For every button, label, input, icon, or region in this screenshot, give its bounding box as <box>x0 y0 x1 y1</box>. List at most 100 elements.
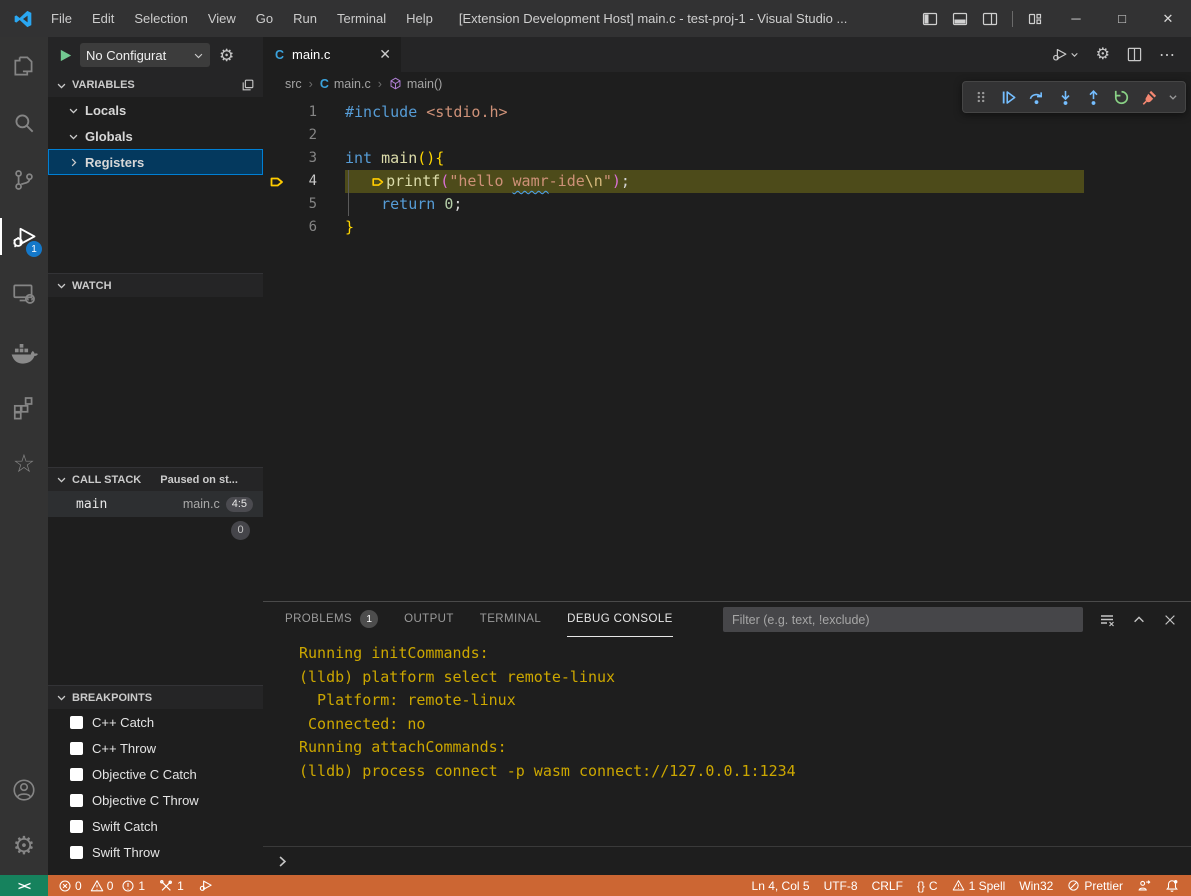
clear-console-icon[interactable] <box>1099 612 1115 628</box>
debug-settings-gear-icon[interactable]: ⚙ <box>219 47 234 64</box>
glyph-margin <box>263 193 291 216</box>
debug-config-dropdown[interactable]: No Configurat <box>80 43 210 67</box>
checkbox[interactable] <box>70 768 83 781</box>
activity-search[interactable] <box>0 94 48 151</box>
activity-run-and-debug[interactable]: 1 <box>0 208 48 265</box>
variables-item-globals[interactable]: Globals <box>48 123 263 149</box>
activity-accounts[interactable] <box>0 761 48 818</box>
menu-terminal[interactable]: Terminal <box>327 0 396 37</box>
code-line: 5 return 0; <box>263 193 1191 216</box>
maximize-button[interactable]: □ <box>1099 0 1145 37</box>
menu-edit[interactable]: Edit <box>82 0 124 37</box>
menu-run[interactable]: Run <box>283 0 327 37</box>
debug-restart-button[interactable] <box>1109 84 1134 110</box>
toggle-sidebar-icon[interactable] <box>922 11 938 27</box>
variables-item-locals[interactable]: Locals <box>48 97 263 123</box>
close-panel-icon[interactable] <box>1163 613 1177 627</box>
error-icon <box>58 879 72 893</box>
tab-close-icon[interactable]: ✕ <box>379 46 391 63</box>
activity-extensions[interactable] <box>0 379 48 436</box>
variables-item-registers[interactable]: Registers <box>48 149 263 175</box>
checkbox[interactable] <box>70 820 83 833</box>
activity-favorites[interactable]: ☆ <box>0 436 48 493</box>
debug-status-icon[interactable] <box>191 875 220 896</box>
toggle-panel-icon[interactable] <box>952 11 968 27</box>
breadcrumb-symbol[interactable]: main() <box>389 77 442 91</box>
activity-remote-explorer[interactable] <box>0 265 48 322</box>
tab-problems[interactable]: PROBLEMS 1 <box>285 602 378 637</box>
checkbox[interactable] <box>70 716 83 729</box>
minimize-button[interactable]: ─ <box>1053 0 1099 37</box>
customize-layout-icon[interactable] <box>1027 11 1043 27</box>
breakpoint-objc-throw[interactable]: Objective C Throw <box>48 787 263 813</box>
debug-step-into-button[interactable] <box>1052 84 1077 110</box>
debug-disconnect-button[interactable] <box>1137 84 1162 110</box>
breakpoint-cpp-catch[interactable]: C++ Catch <box>48 709 263 735</box>
info-icon <box>121 879 135 893</box>
eol-indicator[interactable]: CRLF <box>865 875 910 896</box>
breadcrumb-file[interactable]: C main.c <box>320 77 371 91</box>
checkbox[interactable] <box>70 846 83 859</box>
variables-section-header[interactable]: VARIABLES <box>48 73 263 97</box>
formatter-indicator[interactable]: Prettier <box>1060 875 1130 896</box>
toggle-secondary-sidebar-icon[interactable] <box>982 11 998 27</box>
run-or-debug-button[interactable] <box>1051 46 1079 63</box>
menu-selection[interactable]: Selection <box>124 0 197 37</box>
breakpoint-swift-catch[interactable]: Swift Catch <box>48 813 263 839</box>
editor-settings-gear-icon[interactable]: ⚙ <box>1096 47 1110 63</box>
debug-continue-button[interactable] <box>996 84 1021 110</box>
more-actions-icon[interactable]: ⋯ <box>1159 45 1176 65</box>
tab-main-c[interactable]: C main.c ✕ <box>263 37 401 72</box>
split-editor-icon[interactable] <box>1127 47 1142 62</box>
breakpoint-objc-catch[interactable]: Objective C Catch <box>48 761 263 787</box>
feedback-icon[interactable] <box>1130 875 1158 896</box>
tab-terminal[interactable]: TERMINAL <box>480 602 541 637</box>
platform-indicator[interactable]: Win32 <box>1012 875 1060 896</box>
console-filter-input[interactable] <box>723 607 1083 632</box>
toolbar-grip-icon[interactable] <box>968 84 993 110</box>
activity-explorer[interactable] <box>0 37 48 94</box>
breakpoint-swift-throw[interactable]: Swift Throw <box>48 839 263 865</box>
menu-file[interactable]: File <box>41 0 82 37</box>
activity-docker[interactable] <box>0 322 48 379</box>
cursor-position[interactable]: Ln 4, Col 5 <box>745 875 817 896</box>
encoding-indicator[interactable]: UTF-8 <box>817 875 865 896</box>
tools-status[interactable]: 1 <box>152 875 191 896</box>
checkbox[interactable] <box>70 742 83 755</box>
tab-debug-console[interactable]: DEBUG CONSOLE <box>567 602 673 637</box>
code-editor[interactable]: 1#include <stdio.h>23int main(){4 printf… <box>263 95 1191 601</box>
chevron-down-icon <box>1070 50 1079 59</box>
close-button[interactable]: ✕ <box>1145 0 1191 37</box>
glyph-margin <box>263 124 291 147</box>
start-debug-icon[interactable] <box>58 48 73 63</box>
debug-step-over-button[interactable] <box>1024 84 1049 110</box>
activity-source-control[interactable] <box>0 151 48 208</box>
debug-console-input[interactable] <box>263 846 1191 875</box>
debug-step-out-button[interactable] <box>1081 84 1106 110</box>
breadcrumb-folder[interactable]: src <box>285 77 302 91</box>
titlebar: File Edit Selection View Go Run Terminal… <box>0 0 1191 37</box>
language-indicator[interactable]: {} C <box>910 875 945 896</box>
tab-output[interactable]: OUTPUT <box>404 602 454 637</box>
menu-help[interactable]: Help <box>396 0 443 37</box>
spell-checker-status[interactable]: 1 Spell <box>945 875 1013 896</box>
menu-view[interactable]: View <box>198 0 246 37</box>
call-stack-frame[interactable]: main main.c 4:5 <box>48 491 263 517</box>
menu-go[interactable]: Go <box>246 0 283 37</box>
warning-icon <box>90 879 104 893</box>
inline-breakpoint-arrow-icon <box>371 175 385 189</box>
tab-label: main.c <box>292 47 330 62</box>
call-stack-section-header[interactable]: CALL STACK Paused on st... <box>48 467 263 491</box>
breakpoint-cpp-throw[interactable]: C++ Throw <box>48 735 263 761</box>
maximize-panel-icon[interactable] <box>1132 613 1146 627</box>
remote-indicator[interactable]: >< <box>0 875 48 896</box>
watch-section-header[interactable]: WATCH <box>48 273 263 297</box>
copy-value-icon[interactable] <box>241 78 255 92</box>
notifications-bell-icon[interactable] <box>1158 875 1191 896</box>
chevron-down-icon[interactable] <box>1165 84 1180 110</box>
breakpoints-section-header[interactable]: BREAKPOINTS <box>48 685 263 709</box>
frame-function: main <box>76 497 107 512</box>
activity-settings[interactable]: ⚙ <box>0 818 48 875</box>
problems-status[interactable]: 0 0 1 <box>48 875 152 896</box>
checkbox[interactable] <box>70 794 83 807</box>
